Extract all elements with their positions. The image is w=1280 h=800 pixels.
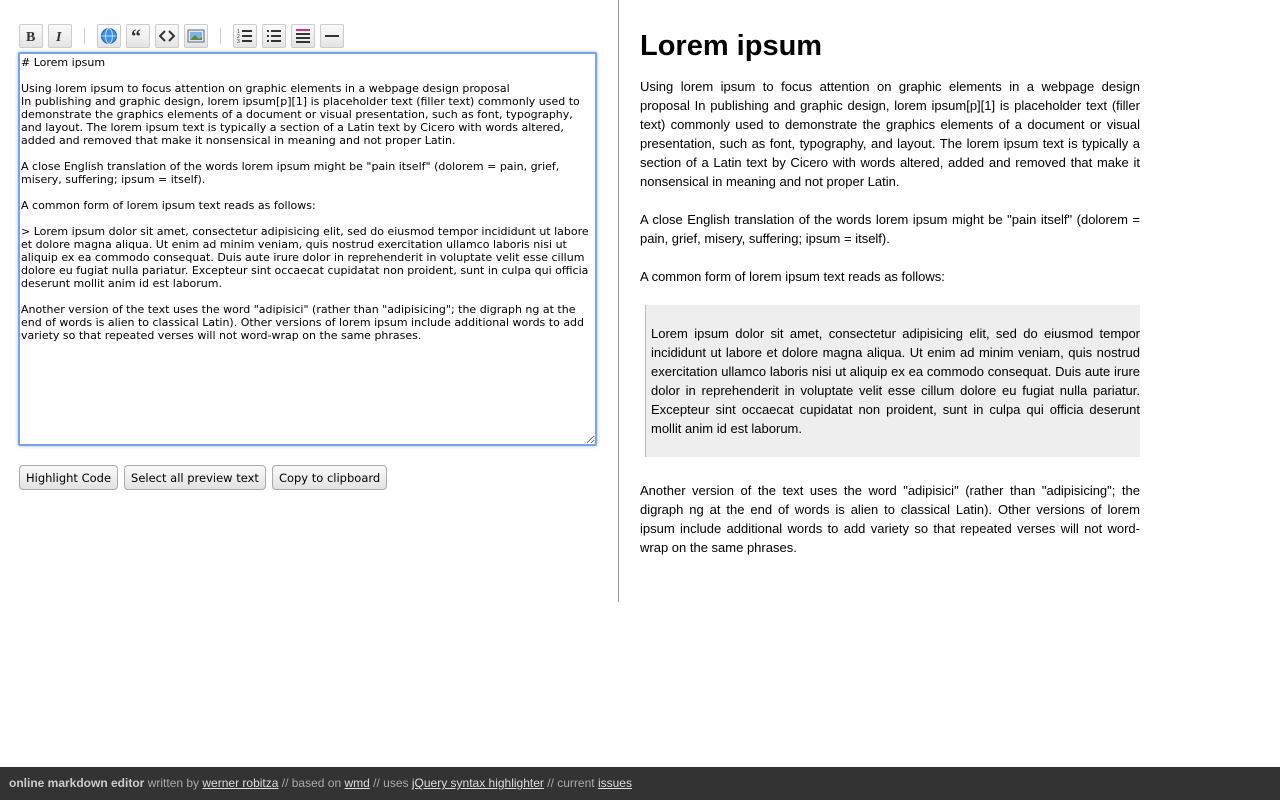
horizontal-rule-button[interactable] bbox=[320, 24, 344, 48]
preview-paragraph: A close English translation of the words… bbox=[640, 212, 1140, 246]
horizontal-rule-icon bbox=[325, 35, 339, 37]
heading-button[interactable] bbox=[291, 24, 315, 48]
select-all-preview-button[interactable]: Select all preview text bbox=[124, 465, 266, 490]
numbered-list-button[interactable]: 123 bbox=[233, 24, 257, 48]
bullet-list-button[interactable] bbox=[262, 24, 286, 48]
highlight-code-button[interactable]: Highlight Code bbox=[19, 465, 119, 490]
numbered-list-icon: 123 bbox=[237, 29, 252, 44]
editor-toolbar: B I “ 123 bbox=[19, 24, 344, 48]
author-link[interactable]: werner robitza bbox=[202, 776, 278, 790]
svg-text:3: 3 bbox=[237, 39, 240, 44]
bold-button[interactable]: B bbox=[19, 24, 43, 48]
link-icon bbox=[101, 28, 117, 44]
preview-pane: Lorem ipsum Using lorem ipsum to focus a… bbox=[640, 0, 1140, 557]
code-icon bbox=[159, 30, 175, 42]
footer-text: written by bbox=[144, 776, 203, 790]
image-icon bbox=[187, 29, 205, 43]
code-button[interactable] bbox=[155, 24, 179, 48]
footer-text: // based on bbox=[278, 776, 345, 790]
footer-text: // current bbox=[543, 776, 598, 790]
toolbar-separator bbox=[220, 28, 221, 44]
wmd-link[interactable]: wmd bbox=[344, 776, 369, 790]
blockquote-button[interactable]: “ bbox=[126, 24, 150, 48]
footer-text: // uses bbox=[369, 776, 412, 790]
copy-to-clipboard-button[interactable]: Copy to clipboard bbox=[271, 465, 388, 490]
footer-brand: online markdown editor bbox=[9, 776, 145, 790]
quote-icon: “ bbox=[131, 28, 141, 44]
blockquote-text: Lorem ipsum dolor sit amet, consectetur … bbox=[651, 326, 1140, 436]
jquery-highlighter-link[interactable]: jQuery syntax highlighter bbox=[412, 776, 544, 790]
heading-icon bbox=[296, 29, 310, 43]
link-button[interactable] bbox=[97, 24, 121, 48]
preview-paragraph: Using lorem ipsum to focus attention on … bbox=[640, 79, 1140, 189]
italic-button[interactable]: I bbox=[48, 24, 72, 48]
action-buttons: Highlight Code Select all preview text C… bbox=[19, 465, 388, 490]
svg-text:I: I bbox=[55, 30, 62, 44]
markdown-input[interactable] bbox=[18, 52, 597, 446]
svg-text:B: B bbox=[26, 30, 35, 44]
footer: online markdown editor written by werner… bbox=[0, 767, 1280, 800]
editor-container bbox=[18, 52, 597, 446]
bold-icon: B bbox=[26, 30, 35, 44]
preview-title: Lorem ipsum bbox=[640, 30, 823, 62]
preview-paragraph: Another version of the text uses the wor… bbox=[640, 483, 1140, 555]
editor-pane: B I “ 123 Hi bbox=[0, 0, 619, 602]
italic-icon: I bbox=[55, 30, 62, 44]
image-button[interactable] bbox=[184, 24, 208, 48]
issues-link[interactable]: issues bbox=[598, 776, 632, 790]
toolbar-separator bbox=[84, 28, 85, 44]
preview-blockquote: Lorem ipsum dolor sit amet, consectetur … bbox=[645, 305, 1140, 457]
bullet-list-icon bbox=[267, 30, 281, 42]
preview-paragraph: A common form of lorem ipsum text reads … bbox=[640, 269, 945, 284]
svg-text:“: “ bbox=[131, 28, 141, 44]
